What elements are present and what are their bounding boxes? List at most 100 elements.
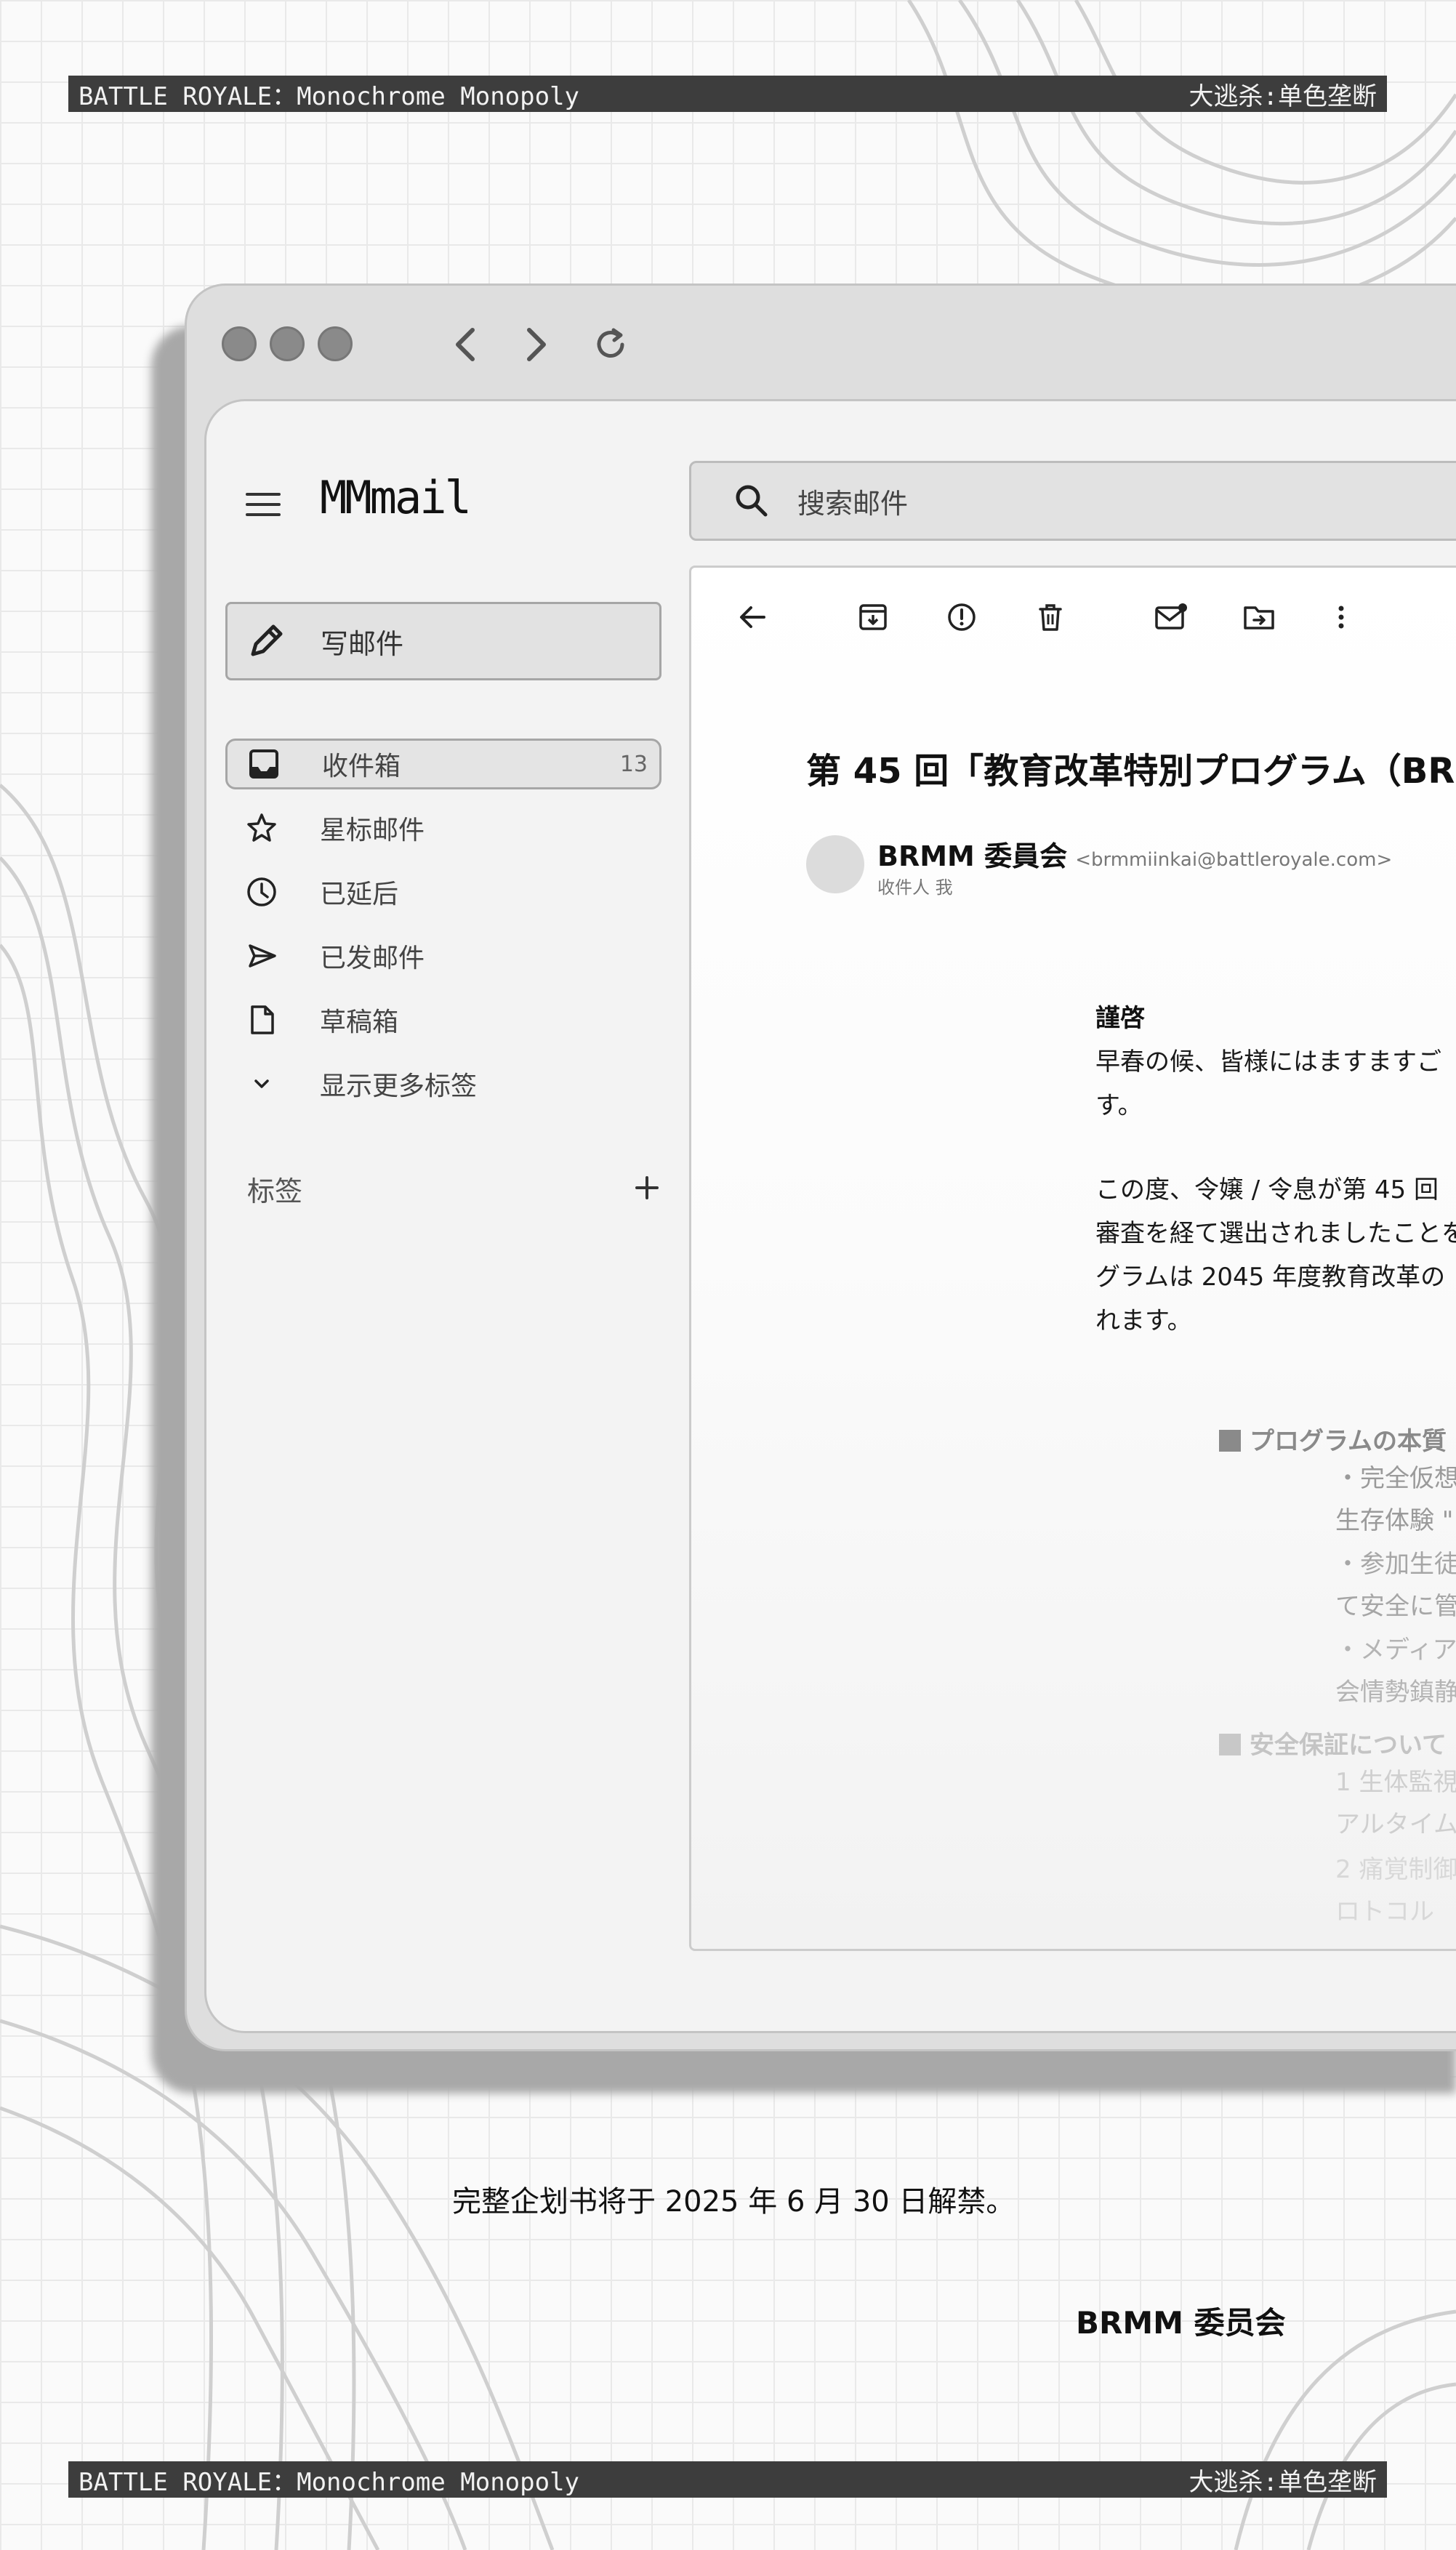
bullet-line: 1 生体監視	[1335, 1768, 1456, 1797]
alert-circle-icon	[948, 603, 976, 631]
greeting: 謹啓	[1095, 1004, 1145, 1033]
send-icon	[240, 940, 283, 972]
sidebar-item-more[interactable]: 显示更多标签	[225, 1058, 661, 1109]
compose-label: 写邮件	[321, 627, 404, 660]
forward-nav-button[interactable]	[511, 319, 562, 370]
minimize-window-button[interactable]	[270, 326, 305, 361]
bullet-line: ・参加生徒	[1335, 1550, 1456, 1579]
search-icon	[732, 481, 771, 520]
body-line: す。	[1095, 1091, 1143, 1120]
banner-title-cn: 大逃杀:单色垄断	[1188, 81, 1377, 111]
body-line: れます。	[1095, 1306, 1192, 1335]
more-vertical-icon	[1338, 606, 1344, 629]
top-banner: BATTLE ROYALE：Monochrome Monopoly 大逃杀:单色…	[68, 76, 1387, 112]
sidebar-item-inbox[interactable]: 收件箱 13	[225, 739, 661, 789]
menu-button[interactable]	[241, 483, 285, 526]
email-subject: 第 45 回「教育改革特別プログラム（BR)」	[806, 751, 1456, 792]
sender-name: BRMM 委員会	[877, 840, 1068, 872]
square-bullet-icon	[1219, 1430, 1241, 1452]
banner-title-cn: 大逃杀:单色垄断	[1188, 2467, 1377, 2497]
close-window-button[interactable]	[222, 326, 257, 361]
unread-count: 13	[619, 751, 648, 777]
banner-title-en: BATTLE ROYALE：Monochrome Monopoly	[79, 2467, 580, 2497]
plus-icon	[635, 1175, 659, 1199]
search-bar[interactable]: 搜索邮件	[689, 461, 1456, 541]
archive-button[interactable]	[853, 597, 893, 638]
email-body: 謹啓 早春の候、皆様にはますますご す。 この度、令嬢 / 令息が第 45 回 …	[1095, 997, 1456, 1343]
labels-title: 标签	[247, 1175, 303, 1207]
sender-avatar	[806, 835, 864, 893]
bullet-item: 1 生体監視 アルタイム	[1335, 1761, 1456, 1846]
bullet-line: ・メディアに	[1335, 1636, 1456, 1665]
sender-info: BRMM 委員会 <brmmiinkai@battleroyale.com>	[877, 834, 1392, 874]
app-logo: MMmail	[320, 471, 472, 524]
body-line: 審査を経て選出されましたことを	[1095, 1219, 1456, 1248]
body-line: 早春の候、皆様にはますますご	[1095, 1047, 1441, 1077]
recipient-line: 收件人 我	[877, 877, 953, 898]
body-line: この度、令嬢 / 令息が第 45 回	[1095, 1175, 1439, 1204]
chevron-right-icon	[527, 328, 546, 361]
bullet-line: 生存体験 "	[1335, 1506, 1454, 1535]
bullet-line: 2 痛覚制御	[1335, 1855, 1456, 1884]
sender-email: <brmmiinkai@battleroyale.com>	[1075, 849, 1393, 871]
arrow-left-icon	[740, 606, 765, 628]
section-heading: 安全保証について	[1219, 1725, 1447, 1761]
sidebar-item-snoozed[interactable]: 已延后	[225, 866, 661, 917]
back-nav-button[interactable]	[440, 319, 491, 370]
browser-window: MMmail 写邮件 收件箱 13 星标邮件 已延后 已发邮件 草稿箱 显示更多…	[185, 283, 1456, 2051]
bullet-item: ・完全仮想 生存体験 "	[1335, 1457, 1456, 1542]
labels-section: 标签	[247, 1169, 661, 1209]
body-line: グラムは 2045 年度教育改革の	[1095, 1263, 1446, 1292]
section-heading: プログラムの本質	[1219, 1421, 1447, 1457]
window-controls	[222, 326, 353, 361]
delete-button[interactable]	[1030, 597, 1071, 638]
star-icon	[240, 812, 283, 844]
sidebar-item-starred[interactable]: 星标邮件	[225, 803, 661, 853]
bullet-line: て安全に管	[1335, 1592, 1456, 1621]
sidebar-item-sent[interactable]: 已发邮件	[225, 930, 661, 981]
folder-list: 收件箱 13 星标邮件 已延后 已发邮件 草稿箱 显示更多标签	[225, 739, 661, 1122]
inbox-icon	[242, 748, 286, 780]
section-title: 安全保証について	[1250, 1731, 1447, 1760]
add-label-button[interactable]	[632, 1173, 661, 1205]
reload-button[interactable]	[585, 319, 636, 370]
email-view: 第 45 回「教育改革特別プログラム（BR)」 BRMM 委員会 <brmmii…	[689, 566, 1456, 1951]
hamburger-menu-icon	[246, 493, 281, 516]
sidebar-item-label: 收件箱	[322, 752, 401, 781]
bullet-item: ・メディアに 会情勢鎮静	[1335, 1629, 1456, 1713]
signoff: BRMM 委员会	[1076, 2305, 1286, 2341]
sidebar-item-label: 星标邮件	[320, 816, 425, 845]
sidebar-item-label: 显示更多标签	[320, 1071, 478, 1101]
maximize-window-button[interactable]	[318, 326, 353, 361]
bottom-banner: BATTLE ROYALE：Monochrome Monopoly 大逃杀:单色…	[68, 2461, 1387, 2498]
draft-icon	[240, 1004, 283, 1036]
more-options-button[interactable]	[1321, 597, 1362, 638]
pencil-icon	[241, 621, 291, 661]
bullet-line: 会情勢鎮静	[1335, 1678, 1456, 1707]
archive-icon	[859, 604, 887, 630]
release-notice: 完整企划书将于 2025 年 6 月 30 日解禁。	[452, 2185, 1015, 2219]
search-input[interactable]: 搜索邮件	[797, 481, 908, 521]
mail-unread-icon	[1155, 603, 1187, 630]
bullet-item: ・参加生徒 て安全に管	[1335, 1543, 1456, 1628]
back-to-inbox-button[interactable]	[732, 597, 773, 638]
bullet-line: ・完全仮想	[1335, 1464, 1456, 1493]
move-to-button[interactable]	[1239, 597, 1280, 638]
reload-icon	[597, 328, 624, 358]
sidebar-item-label: 已延后	[320, 880, 399, 909]
chevron-down-icon	[240, 1068, 283, 1100]
banner-title-en: BATTLE ROYALE：Monochrome Monopoly	[79, 81, 580, 111]
clock-icon	[240, 876, 283, 908]
mail-app: MMmail 写邮件 收件箱 13 星标邮件 已延后 已发邮件 草稿箱 显示更多…	[204, 399, 1456, 2033]
sidebar-item-label: 草稿箱	[320, 1007, 399, 1037]
mark-unread-button[interactable]	[1151, 597, 1191, 638]
section-title: プログラムの本質	[1250, 1427, 1447, 1456]
sidebar-item-label: 已发邮件	[320, 944, 425, 973]
bullet-line: アルタイム	[1335, 1810, 1456, 1839]
report-spam-button[interactable]	[941, 597, 982, 638]
trash-icon	[1039, 604, 1062, 631]
bullet-line: ロトコル	[1335, 1897, 1434, 1926]
sidebar-item-drafts[interactable]: 草稿箱	[225, 994, 661, 1045]
folder-move-icon	[1244, 606, 1274, 630]
compose-button[interactable]: 写邮件	[225, 602, 661, 680]
